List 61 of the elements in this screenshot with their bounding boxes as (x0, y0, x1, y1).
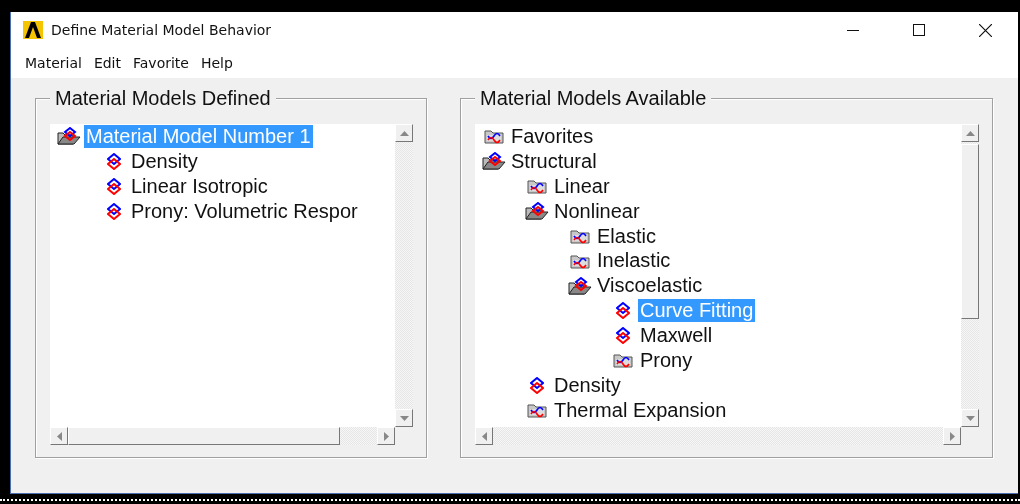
folder-icon (613, 352, 633, 369)
folder-icon (527, 178, 547, 195)
scroll-thumb[interactable] (961, 144, 979, 319)
scroll-down-button[interactable] (961, 409, 979, 427)
scroll-thumb[interactable] (68, 427, 340, 445)
diamond-icon (107, 202, 121, 220)
scroll-up-button[interactable] (961, 124, 979, 142)
tree-item[interactable]: Thermal Expansion (552, 398, 729, 422)
left-arrow-icon (56, 431, 62, 441)
tree-item[interactable]: Nonlinear (552, 199, 642, 223)
open-folder-icon (568, 276, 592, 295)
right-arrow-icon (383, 431, 389, 441)
tree-item[interactable]: Inelastic (595, 249, 673, 273)
open-folder-icon (482, 152, 506, 171)
down-arrow-icon (399, 415, 409, 421)
menu-item[interactable]: Edit (91, 55, 131, 71)
diamond-icon (107, 177, 121, 195)
scroll-right-button[interactable] (943, 427, 961, 445)
scroll-left-button[interactable] (475, 427, 493, 445)
vertical-scrollbar[interactable] (395, 124, 413, 427)
right-arrow-icon (949, 431, 955, 441)
tree-item[interactable]: Maxwell (638, 324, 715, 348)
tree-item[interactable]: Structural (509, 149, 599, 173)
scroll-up-button[interactable] (395, 124, 413, 142)
scroll-left-button[interactable] (50, 427, 68, 445)
window-title: Define Material Model Behavior (51, 22, 273, 38)
tree-item[interactable]: Viscoelastic (595, 274, 705, 298)
diamond-icon (107, 152, 121, 170)
down-arrow-icon (965, 415, 975, 421)
diamond-icon (616, 327, 630, 345)
horizontal-scrollbar[interactable] (50, 427, 395, 445)
left-arrow-icon (481, 431, 487, 441)
tree-item[interactable]: Linear (552, 174, 612, 198)
scroll-down-button[interactable] (395, 409, 413, 427)
tree-item[interactable]: Elastic (595, 224, 658, 248)
tree-item[interactable]: Favorites (509, 124, 596, 148)
tree-item[interactable]: Density (129, 149, 200, 173)
logo-icon (23, 21, 43, 39)
folder-icon (527, 402, 547, 419)
tree-item[interactable]: Prony: Volumetric Respor (129, 199, 360, 223)
diamond-icon (616, 302, 630, 320)
menu-item[interactable]: Favorite (131, 55, 199, 71)
horizontal-scrollbar[interactable] (475, 427, 961, 445)
tree-item[interactable]: Prony (638, 348, 695, 372)
diamond-icon (530, 376, 544, 394)
open-folder-icon (57, 127, 81, 146)
close-icon (978, 23, 992, 37)
menu-item[interactable]: Help (198, 55, 243, 71)
folder-icon (570, 228, 590, 244)
maximize-icon (913, 24, 925, 36)
up-arrow-icon (965, 130, 975, 136)
scroll-right-button[interactable] (377, 427, 395, 445)
minimize-icon (847, 29, 859, 31)
up-arrow-icon (399, 130, 409, 136)
tree-item[interactable]: Linear Isotropic (129, 174, 270, 198)
folder-icon (484, 128, 504, 145)
vertical-scrollbar[interactable] (961, 124, 979, 427)
folder-icon (570, 252, 590, 269)
tree-item[interactable]: Density (552, 373, 623, 397)
menu-item[interactable]: Material (23, 55, 92, 71)
open-folder-icon (525, 202, 549, 221)
